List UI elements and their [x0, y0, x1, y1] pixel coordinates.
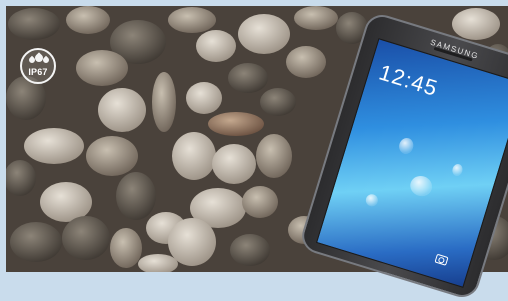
- water-droplet: [407, 173, 435, 199]
- water-drop-icon: [41, 55, 51, 65]
- water-droplet: [397, 136, 416, 156]
- water-resistance-badge: IP67: [20, 48, 56, 84]
- water-droplet: [364, 192, 380, 208]
- water-droplet: [450, 162, 464, 178]
- lockscreen-clock: 12:45: [376, 59, 441, 102]
- ip-rating-label: IP67: [28, 67, 48, 77]
- camera-icon: [434, 253, 449, 266]
